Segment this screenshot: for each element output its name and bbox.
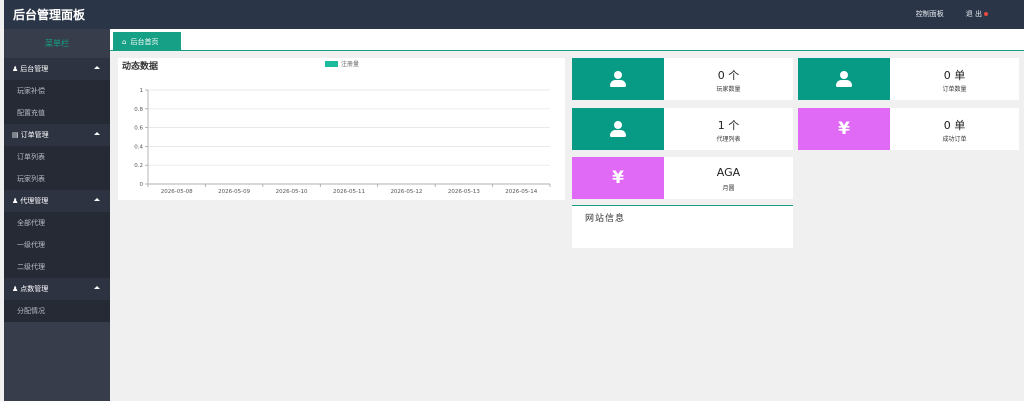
stat-value: AGA: [716, 166, 741, 179]
y-tick-label: 0.2: [134, 163, 143, 169]
user-icon: ♟: [12, 65, 19, 73]
stat-icon-box: [572, 108, 664, 150]
x-tick-label: 2026-05-10: [276, 189, 308, 195]
chart-legend[interactable]: 注册量: [325, 59, 359, 68]
chevron-up-icon: [94, 132, 100, 135]
user-icon: ♟: [12, 197, 19, 205]
sidebar-item-level2-agents[interactable]: 二级代理: [4, 256, 110, 278]
stat-icon-box: ¥: [798, 108, 890, 150]
stat-label: 订单数量: [942, 86, 967, 93]
chevron-up-icon: [94, 286, 100, 289]
stat-label: 代理列表: [716, 136, 741, 143]
chevron-up-icon: [94, 66, 100, 69]
stat-card-orders: 0 单 订单数量: [798, 58, 1019, 100]
logout-link[interactable]: 退 出: [966, 9, 988, 19]
sidebar-group-points[interactable]: ♟ 点数管理: [4, 278, 110, 300]
site-info-title: 网站信息: [585, 214, 626, 224]
user-icon: [610, 121, 626, 137]
stat-card-success-orders: ¥ 0 单 成功订单: [798, 108, 1019, 150]
line-chart: 0 0.2 0.4 0.6 0.8 1 2026-05-08 2026-05-09 2026-0…: [134, 88, 551, 195]
stat-icon-box: ¥: [572, 157, 664, 199]
user-icon: [836, 71, 852, 87]
sidebar-item-player-list[interactable]: 玩家列表: [4, 168, 110, 190]
sidebar-group-orders[interactable]: ▤ 订单管理: [4, 124, 110, 146]
stat-label: 玩家数量: [716, 86, 741, 93]
chart-panel: 0 0.2 0.4 0.6 0.8 1 2026-05-08 2026-05-09 2026-0…: [118, 58, 565, 200]
x-tick-label: 2026-05-08: [161, 189, 193, 195]
y-tick-label: 0.8: [134, 107, 143, 113]
x-tick-label: 2026-05-13: [448, 189, 480, 195]
logout-label: 退 出: [965, 10, 982, 18]
tab-home[interactable]: ⌂ 后台首页: [113, 32, 181, 51]
sidebar-group-label: 代理管理: [20, 197, 49, 205]
stat-value: 0 单: [943, 119, 966, 132]
x-tick-label: 2026-05-14: [505, 189, 537, 195]
chart-title: 动态数据: [122, 62, 159, 72]
stat-label: 成功订单: [942, 136, 967, 143]
stat-value: 0 单: [943, 69, 966, 82]
sidebar-group-label: 点数管理: [20, 285, 49, 293]
sidebar-group-label: 订单管理: [20, 131, 49, 139]
yen-icon: ¥: [838, 119, 850, 139]
user-icon: [610, 71, 626, 87]
sidebar-item-order-list[interactable]: 订单列表: [4, 146, 110, 168]
x-tick-label: 2026-05-12: [390, 189, 422, 195]
stat-icon-box: [572, 58, 664, 100]
sidebar-item-level1-agents[interactable]: 一级代理: [4, 234, 110, 256]
home-icon: ⌂: [122, 37, 127, 46]
top-links: 控制面板 退 出: [916, 9, 988, 19]
tab-label: 后台首页: [130, 37, 159, 46]
y-tick-label: 0.4: [134, 144, 143, 150]
y-tick-label: 0.6: [134, 126, 143, 132]
sidebar-item-allocation[interactable]: 分配情况: [4, 300, 110, 322]
y-tick-label: 1: [140, 88, 144, 94]
stat-icon-box: [798, 58, 890, 100]
y-tick-label: 0: [140, 182, 144, 188]
chevron-up-icon: [94, 198, 100, 201]
stat-label: 月圆: [722, 185, 735, 192]
sidebar-group-admin[interactable]: ♟ 后台管理: [4, 58, 110, 80]
stat-value: 0 个: [717, 69, 740, 82]
stat-card-agents: 1 个 代理列表: [572, 108, 793, 150]
sidebar-item-player-compensation[interactable]: 玩家补偿: [4, 80, 110, 102]
bar-chart-icon: ▤: [12, 131, 19, 139]
sidebar-group-agents[interactable]: ♟ 代理管理: [4, 190, 110, 212]
x-tick-label: 2026-05-09: [218, 189, 250, 195]
stat-card-monthly: ¥ AGA 月圆: [572, 157, 793, 199]
yen-icon: ¥: [612, 168, 624, 188]
sidebar-item-recharge-config[interactable]: 配置充值: [4, 102, 110, 124]
user-icon: ♟: [12, 285, 19, 293]
sidebar-group-label: 后台管理: [20, 65, 49, 73]
stat-value: 1 个: [717, 119, 740, 132]
sidebar-item-all-agents[interactable]: 全部代理: [4, 212, 110, 234]
control-panel-link[interactable]: 控制面板: [916, 9, 944, 19]
logout-dot-icon: [984, 12, 988, 16]
tab-strip: ⌂ 后台首页: [110, 29, 1024, 51]
top-navbar: 后台管理面板 控制面板 退 出: [4, 0, 1024, 29]
site-info-panel: 网站信息: [572, 205, 793, 248]
sidebar-title: 菜单栏: [4, 29, 110, 58]
brand-title: 后台管理面板: [13, 8, 86, 22]
legend-label: 注册量: [341, 61, 360, 68]
legend-swatch: [325, 60, 338, 67]
sidebar: 菜单栏 ♟ 后台管理 玩家补偿 配置充值 ▤ 订单管理 订单列表 玩家列表 ♟ …: [4, 29, 110, 401]
stat-card-players: 0 个 玩家数量: [572, 58, 793, 100]
x-tick-label: 2026-05-11: [333, 189, 365, 195]
